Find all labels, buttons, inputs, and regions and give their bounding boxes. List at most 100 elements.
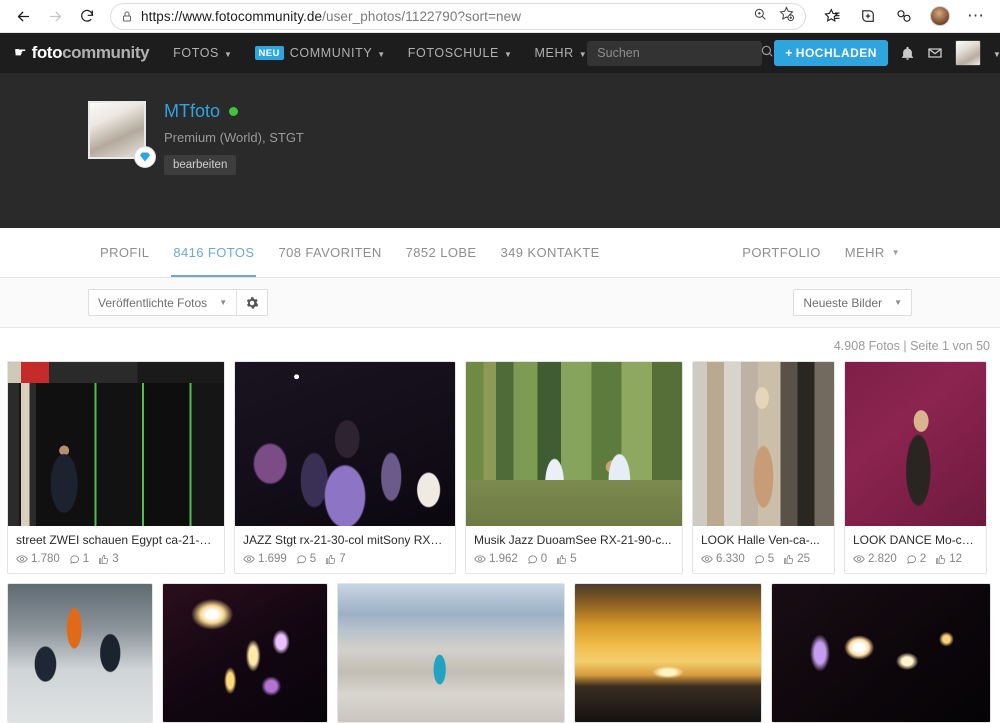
profile-tabs: PROFIL 8416 FOTOS 708 FAVORITEN 7852 LOB… — [0, 228, 1000, 278]
comments-stat: 2 — [906, 553, 926, 565]
more-options-ellipsis[interactable]: ⋯ — [960, 2, 992, 30]
photo-title[interactable]: street ZWEI schauen Egypt ca-21-53-... — [16, 533, 216, 547]
photo-thumbnail[interactable] — [772, 584, 990, 722]
photo-card[interactable]: JAZZ Stgt rx-21-30-col mitSony RX10... 1.… — [234, 361, 456, 574]
site-logo[interactable]: ☛ fotocommunity — [14, 43, 150, 63]
forward-arrow-icon — [40, 2, 70, 30]
chevron-down-icon: ▼ — [377, 49, 386, 59]
tab-favoriten[interactable]: 708 FAVORITEN — [266, 228, 393, 277]
views-stat: 1.699 — [243, 553, 287, 565]
photo-card-body: JAZZ Stgt rx-21-30-col mitSony RX10... 1.… — [235, 526, 455, 573]
photo-card[interactable]: street ZWEI schauen Egypt ca-21-53-... 1.… — [7, 361, 225, 574]
envelope-message-icon[interactable] — [927, 45, 943, 61]
tab-fotos[interactable]: 8416 FOTOS — [161, 228, 266, 277]
browser-profile-avatar[interactable] — [924, 2, 956, 30]
photo-stats: 1.699 5 7 — [243, 553, 447, 565]
tab-mehr[interactable]: MEHR ▼ — [833, 228, 912, 277]
photo-thumbnail[interactable] — [338, 584, 564, 722]
photo-card[interactable]: Musik Jazz DuoamSee RX-21-90-c... 1.962 0 5 — [465, 361, 683, 574]
tab-portfolio[interactable]: PORTFOLIO — [730, 228, 832, 277]
chevron-down-icon: ▼ — [219, 298, 228, 307]
upload-button[interactable]: + HOCHLADEN — [774, 40, 888, 66]
address-bar[interactable]: https://www.fotocommunity.de/user_photos… — [110, 2, 806, 30]
tab-kontakte[interactable]: 349 KONTAKTE — [488, 228, 611, 277]
tab-lobe[interactable]: 7852 LOBE — [394, 228, 489, 277]
photo-thumbnail[interactable] — [8, 584, 152, 722]
views-count: 2.820 — [868, 553, 897, 565]
filter-bar: Veröffentlichte Fotos ▼ Neueste Bilder ▼ — [0, 278, 1000, 328]
photo-thumbnail[interactable] — [575, 584, 761, 722]
photo-card[interactable] — [7, 583, 153, 723]
notification-bell-icon[interactable] — [900, 46, 915, 61]
site-header: ☛ fotocommunity FOTOS ▼ NEU COMMUNITY ▼ … — [0, 33, 1000, 73]
sort-select[interactable]: Neueste Bilder ▼ — [793, 289, 912, 316]
search-box[interactable] — [587, 40, 773, 66]
tab-profil[interactable]: PROFIL — [88, 228, 161, 277]
add-favorite-star-icon[interactable] — [778, 5, 795, 27]
nav-item-fotos[interactable]: FOTOS ▼ — [173, 46, 232, 60]
search-input[interactable] — [595, 45, 761, 61]
premium-diamond-icon — [135, 147, 155, 167]
photo-card[interactable] — [771, 583, 991, 723]
speech-bubble-comments-icon — [906, 554, 917, 565]
collections-star-icon[interactable] — [816, 2, 848, 30]
photo-thumbnail[interactable] — [8, 362, 224, 526]
padlock-icon — [121, 10, 133, 23]
views-stat: 1.780 — [16, 553, 60, 565]
views-stat: 2.820 — [853, 553, 897, 565]
photo-grid-row-2 — [0, 583, 1000, 723]
photo-stats: 1.780 1 3 — [16, 553, 216, 565]
photo-title[interactable]: JAZZ Stgt rx-21-30-col mitSony RX10... — [243, 533, 447, 547]
photo-thumbnail[interactable] — [466, 362, 682, 526]
edit-profile-button[interactable]: bearbeiten — [164, 155, 237, 175]
ellipsis-glyph: ⋯ — [967, 6, 985, 25]
photo-thumbnail[interactable] — [163, 584, 327, 722]
url-host: https://www.fotocommunity.de — [141, 8, 323, 24]
comments-count: 0 — [540, 553, 548, 565]
nav-label: COMMUNITY — [289, 46, 373, 60]
account-avatar[interactable] — [954, 40, 981, 66]
comments-count: 2 — [919, 553, 927, 565]
nav-item-fotoschule[interactable]: FOTOSCHULE ▼ — [408, 46, 513, 60]
photo-thumbnail[interactable] — [845, 362, 986, 526]
browser-essentials-icon[interactable] — [852, 2, 884, 30]
photo-card[interactable] — [574, 583, 762, 723]
photo-title[interactable]: LOOK DANCE Mo-ca... — [853, 533, 978, 547]
account-chevron-down-icon[interactable]: ▼ — [993, 50, 1000, 59]
photo-card[interactable] — [162, 583, 328, 723]
album-filter-group: Veröffentlichte Fotos ▼ — [88, 289, 269, 316]
zoom-magnifier-icon[interactable] — [752, 6, 768, 27]
album-select[interactable]: Veröffentlichte Fotos ▼ — [89, 290, 236, 315]
eye-views-icon — [474, 553, 486, 565]
photo-title[interactable]: Musik Jazz DuoamSee RX-21-90-c... — [474, 533, 674, 547]
photo-card[interactable]: LOOK Halle Ven-ca-... 6.330 5 25 — [692, 361, 835, 574]
photo-thumbnail[interactable] — [693, 362, 834, 526]
photo-title[interactable]: LOOK Halle Ven-ca-... — [701, 533, 826, 547]
profile-avatar[interactable] — [88, 101, 155, 167]
settings-gear-icon[interactable] — [237, 290, 267, 315]
eye-views-icon — [701, 553, 713, 565]
views-count: 1.699 — [258, 553, 287, 565]
likes-count: 12 — [949, 553, 962, 565]
photo-card[interactable]: LOOK DANCE Mo-ca... 2.820 2 12 — [844, 361, 987, 574]
back-arrow-icon[interactable] — [8, 2, 38, 30]
photo-thumbnail[interactable] — [235, 362, 455, 526]
nav-item-community[interactable]: NEU COMMUNITY ▼ — [254, 46, 386, 60]
nav-item-mehr[interactable]: MEHR ▼ — [535, 46, 588, 60]
online-status-dot — [229, 107, 239, 116]
photo-stats: 6.330 5 25 — [701, 553, 826, 565]
likes-stat: 25 — [783, 553, 810, 565]
eye-views-icon — [16, 553, 28, 565]
nav-label: FOTOSCHULE — [407, 46, 499, 60]
photo-card[interactable] — [337, 583, 565, 723]
likes-stat: 7 — [325, 553, 346, 565]
split-screen-icon[interactable] — [888, 2, 920, 30]
search-magnifier-icon[interactable] — [760, 44, 774, 63]
likes-stat: 3 — [98, 553, 119, 565]
comments-count: 1 — [82, 553, 90, 565]
reload-icon[interactable] — [72, 2, 102, 30]
views-count: 1.780 — [31, 553, 60, 565]
main-navigation: FOTOS ▼ NEU COMMUNITY ▼ FOTOSCHULE ▼ MEH… — [173, 46, 587, 60]
url-path: /user_photos/1122790?sort=new — [322, 8, 522, 24]
likes-count: 5 — [570, 553, 577, 565]
